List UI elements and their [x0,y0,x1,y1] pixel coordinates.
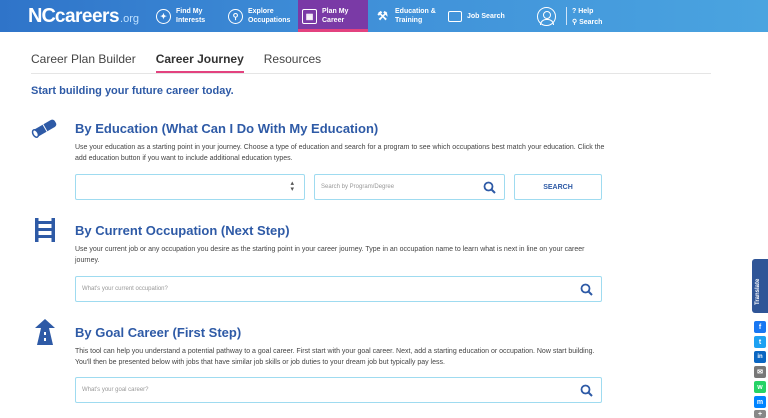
header-divider [566,7,567,25]
education-type-select[interactable]: ▴ ▾ [75,174,305,200]
nav-plan-my-career[interactable]: ▦ Plan My Career [298,0,368,32]
messenger-icon[interactable]: m [754,396,766,408]
select-arrows-icon: ▴ ▾ [290,180,294,193]
intro-heading: Start building your future career today. [31,85,234,97]
tools-icon: ⚒ [377,8,388,23]
compass-icon: ✦ [156,8,171,24]
nav-find-my-interests[interactable]: ✦ Find My Interests [156,0,205,32]
translate-widget[interactable]: Translate [752,259,768,313]
map-icon: ▦ [302,8,317,24]
email-icon[interactable]: ✉ [754,366,766,378]
tab-career-plan-builder[interactable]: Career Plan Builder [31,52,136,72]
program-search-placeholder: Search by Program/Degree [321,184,395,190]
current-occupation-input[interactable]: What's your current occupation? [75,276,602,302]
translate-label: Translate [755,278,761,305]
site-logo[interactable]: NC careers .org [28,5,139,29]
diploma-icon [31,119,57,138]
search-link[interactable]: ⚲ Search [572,17,602,28]
goal-section-title: By Goal Career (First Step) [75,325,242,340]
goal-section-description: This tool can help you understand a pote… [75,348,595,366]
magnifier-person-icon: ⚲ [228,8,243,24]
program-search-input[interactable]: Search by Program/Degree [314,174,505,200]
occupation-section-description: Use your current job or any occupation y… [75,246,585,264]
occupation-section-title: By Current Occupation (Next Step) [75,223,290,238]
page-tabs: Career Plan Builder Career Journey Resou… [31,52,341,73]
help-link[interactable]: ? Help [572,6,602,17]
education-section-description: Use your education as a starting point i… [75,144,605,162]
nav-education-training[interactable]: ⚒ Education & Training [375,0,436,32]
top-navigation-bar: NC careers .org ✦ Find My Interests ⚲ Exp… [0,0,768,32]
nav-job-search[interactable]: Job Search [448,0,505,32]
goal-career-placeholder: What's your goal career? [82,387,149,393]
goal-career-input[interactable]: What's your goal career? [75,377,602,403]
logo-org: .org [120,13,139,25]
search-icon[interactable] [580,283,593,296]
education-section-title: By Education (What Can I Do With My Educ… [75,121,379,136]
tab-career-journey[interactable]: Career Journey [155,52,244,73]
facebook-icon[interactable]: f [754,321,766,333]
search-icon[interactable] [483,181,496,194]
logo-nc: NC [28,5,56,27]
help-search-group: ? Help ⚲ Search [572,6,602,28]
account-avatar-icon[interactable] [537,7,556,26]
logo-careers: careers [54,6,120,27]
more-icon[interactable]: + [754,410,766,418]
twitter-icon[interactable]: t [754,336,766,348]
whatsapp-icon[interactable]: w [754,381,766,393]
search-button[interactable]: SEARCH [514,174,602,200]
linkedin-icon[interactable]: in [754,351,766,363]
tabs-divider [31,73,711,74]
nav-explore-occupations[interactable]: ⚲ Explore Occupations [228,0,290,32]
tab-resources[interactable]: Resources [264,52,321,72]
current-occupation-placeholder: What's your current occupation? [82,286,168,292]
road-arrow-icon [35,319,55,345]
ladder-icon [35,218,55,242]
search-icon[interactable] [580,384,593,397]
briefcase-icon [448,10,462,22]
